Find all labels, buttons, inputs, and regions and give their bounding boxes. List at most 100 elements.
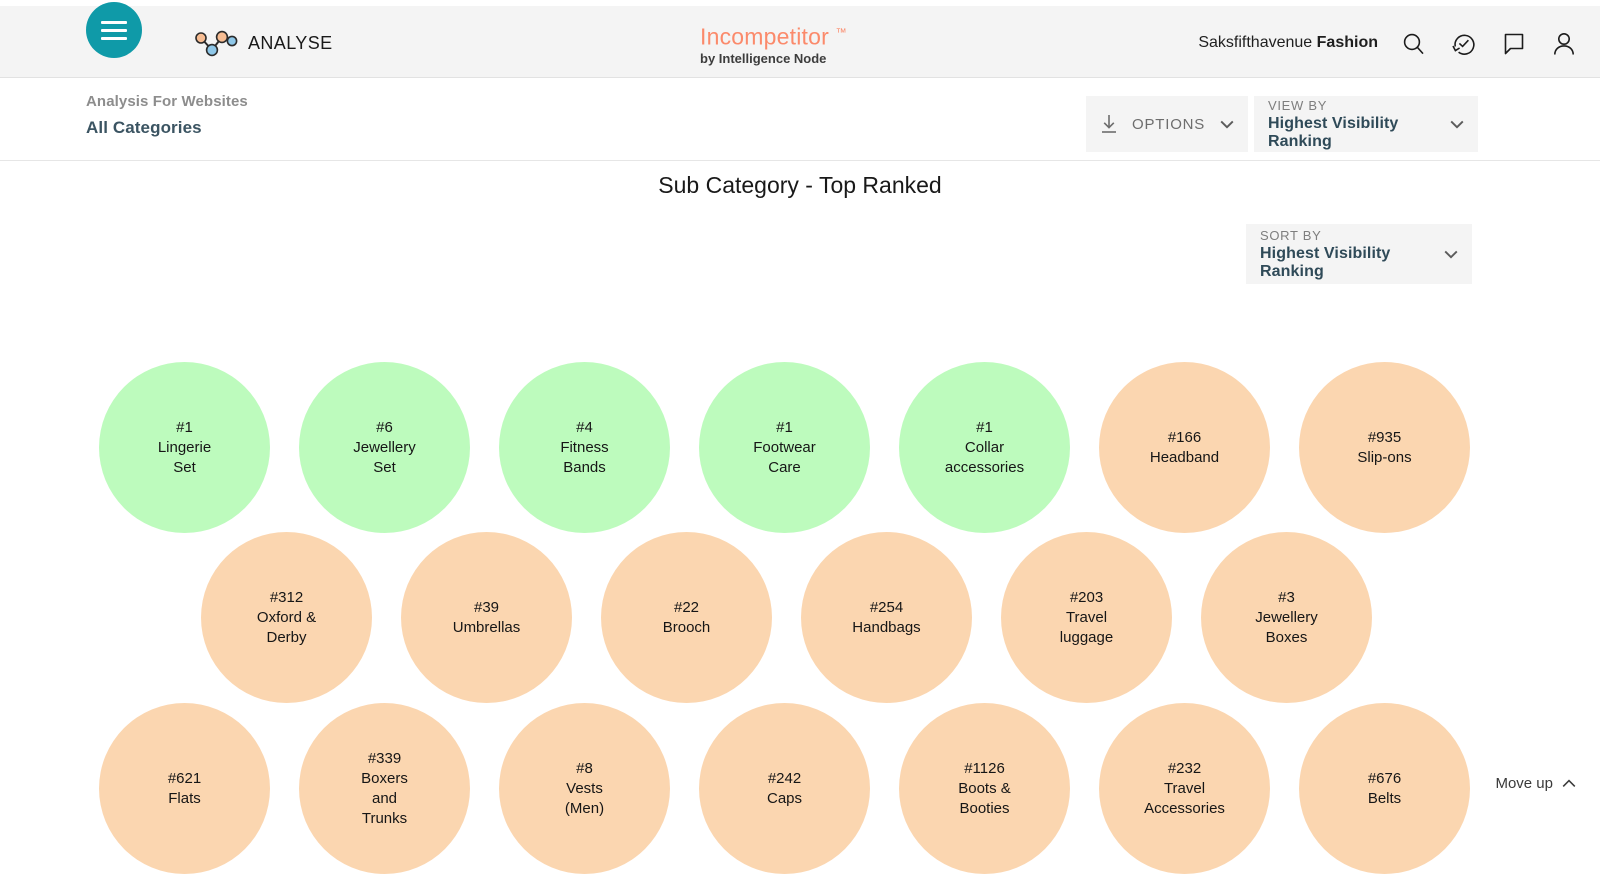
bubble-rank: #935 (1368, 428, 1401, 448)
app-header: ANALYSE Incompetitor ™ by Intelligence N… (0, 6, 1600, 78)
account-name: Saksfifthavenue (1198, 34, 1312, 51)
view-by-text: VIEW BY Highest Visibility Ranking (1268, 98, 1450, 151)
bubble-name-line: Slip-ons (1357, 448, 1411, 468)
bubble-jewellery-boxes[interactable]: #3JewelleryBoxes (1201, 532, 1372, 703)
bubble-boxers-and-trunks[interactable]: #339BoxersandTrunks (299, 703, 470, 874)
bubble-rank: #1126 (964, 759, 1005, 779)
move-up-button[interactable]: Move up (1495, 775, 1576, 792)
breadcrumb-parent[interactable]: Analysis For Websites (86, 93, 248, 110)
bubble-name-line: (Men) (565, 799, 604, 819)
account-label: Saksfifthavenue Fashion (1198, 34, 1378, 52)
bubble-name-line: Bands (563, 458, 606, 478)
bubble-name-line: Travel (1066, 608, 1107, 628)
bubble-fitness-bands[interactable]: #4FitnessBands (499, 362, 670, 533)
bubble-collar-accessories[interactable]: #1Collaraccessories (899, 362, 1070, 533)
product-name: Incompetitor ™ (700, 20, 1060, 50)
search-icon[interactable] (1400, 30, 1428, 58)
bubble-name-line: Vests (566, 779, 603, 799)
refresh-check-icon[interactable] (1450, 30, 1478, 58)
bubble-name-line: Footwear (753, 438, 816, 458)
hamburger-bar (101, 21, 127, 24)
bubble-name-line: Oxford & (257, 608, 316, 628)
bubble-name-line: Headband (1150, 448, 1219, 468)
download-icon (1100, 114, 1118, 134)
bubble-name-line: Collar (965, 438, 1004, 458)
bubble-name-line: Boots & (958, 779, 1011, 799)
bubble-flats[interactable]: #621Flats (99, 703, 270, 874)
bubble-rank: #3 (1278, 588, 1295, 608)
bubble-name-line: Travel (1164, 779, 1205, 799)
sort-by-dropdown[interactable]: SORT BY Highest Visibility Ranking (1246, 224, 1472, 284)
bubble-name-line: and (372, 789, 397, 809)
bubble-slip-ons[interactable]: #935Slip-ons (1299, 362, 1470, 533)
bubble-caps[interactable]: #242Caps (699, 703, 870, 874)
bubble-name-line: Care (768, 458, 801, 478)
view-by-dropdown[interactable]: VIEW BY Highest Visibility Ranking (1254, 96, 1478, 152)
page-title: Sub Category - Top Ranked (0, 172, 1600, 199)
bubble-name-line: Accessories (1144, 799, 1225, 819)
app-root: ANALYSE Incompetitor ™ by Intelligence N… (0, 0, 1600, 874)
bubble-rank: #166 (1168, 428, 1201, 448)
bubble-belts[interactable]: #676Belts (1299, 703, 1470, 874)
sort-by-value: Highest Visibility Ranking (1260, 245, 1444, 281)
bubble-handbags[interactable]: #254Handbags (801, 532, 972, 703)
product-tagline: by Intelligence Node (700, 51, 1060, 66)
bubble-footwear-care[interactable]: #1FootwearCare (699, 362, 870, 533)
chevron-down-icon (1220, 120, 1234, 129)
bubble-name-line: Set (173, 458, 196, 478)
chevron-down-icon (1450, 120, 1464, 129)
bubble-chart: #1LingerieSet#6JewellerySet#4FitnessBand… (0, 300, 1600, 874)
bubble-rank: #254 (870, 598, 903, 618)
hamburger-icon[interactable] (86, 2, 142, 58)
bubble-name-line: luggage (1060, 628, 1113, 648)
bubble-rank: #1 (176, 418, 193, 438)
analyse-label: ANALYSE (248, 33, 333, 54)
bubble-name-line: Jewellery (353, 438, 416, 458)
breadcrumb-current[interactable]: All Categories (86, 118, 248, 138)
hamburger-bar (101, 37, 127, 40)
chevron-down-icon (1444, 250, 1458, 259)
header-icon-group (1400, 30, 1578, 58)
chat-bubble-icon[interactable] (1500, 30, 1528, 58)
bubble-rank: #339 (368, 749, 401, 769)
bubble-rank: #1 (976, 418, 993, 438)
bubble-name-line: Belts (1368, 789, 1401, 809)
bubble-rank: #39 (474, 598, 499, 618)
bubble-name-line: Handbags (852, 618, 920, 638)
bubble-travel-accessories[interactable]: #232TravelAccessories (1099, 703, 1270, 874)
bubble-name-line: Boxes (1266, 628, 1308, 648)
bubble-rank: #621 (168, 769, 201, 789)
bubble-brooch[interactable]: #22Brooch (601, 532, 772, 703)
bubble-rank: #8 (576, 759, 593, 779)
bubble-rank: #232 (1168, 759, 1201, 779)
bubble-name-line: Booties (959, 799, 1009, 819)
account-segment: Fashion (1317, 34, 1378, 51)
sub-header: Analysis For Websites All Categories OPT… (0, 79, 1600, 161)
bubble-headband[interactable]: #166Headband (1099, 362, 1270, 533)
bubble-name-line: Set (373, 458, 396, 478)
node-graph-icon (192, 28, 238, 58)
bubble-name-line: Flats (168, 789, 201, 809)
bubble-boots-booties[interactable]: #1126Boots &Booties (899, 703, 1070, 874)
bubble-umbrellas[interactable]: #39Umbrellas (401, 532, 572, 703)
chevron-up-icon (1562, 779, 1576, 788)
bubble-name-line: Fitness (560, 438, 608, 458)
bubble-rank: #242 (768, 769, 801, 789)
bubble-rank: #1 (776, 418, 793, 438)
bubble-jewellery-set[interactable]: #6JewellerySet (299, 362, 470, 533)
view-by-label: VIEW BY (1268, 98, 1450, 113)
bubble-vests-men[interactable]: #8Vests(Men) (499, 703, 670, 874)
user-account-icon[interactable] (1550, 30, 1578, 58)
bubble-name-line: Boxers (361, 769, 408, 789)
bubble-name-line: Caps (767, 789, 802, 809)
analyse-brand[interactable]: ANALYSE (192, 28, 333, 58)
bubble-rank: #4 (576, 418, 593, 438)
bubble-oxford-derby[interactable]: #312Oxford &Derby (201, 532, 372, 703)
bubble-rank: #6 (376, 418, 393, 438)
sort-by-label: SORT BY (1260, 228, 1444, 243)
bubble-rank: #676 (1368, 769, 1401, 789)
view-by-value: Highest Visibility Ranking (1268, 115, 1450, 151)
bubble-lingerie-set[interactable]: #1LingerieSet (99, 362, 270, 533)
bubble-travel-luggage[interactable]: #203Travelluggage (1001, 532, 1172, 703)
options-dropdown[interactable]: OPTIONS (1086, 96, 1248, 152)
